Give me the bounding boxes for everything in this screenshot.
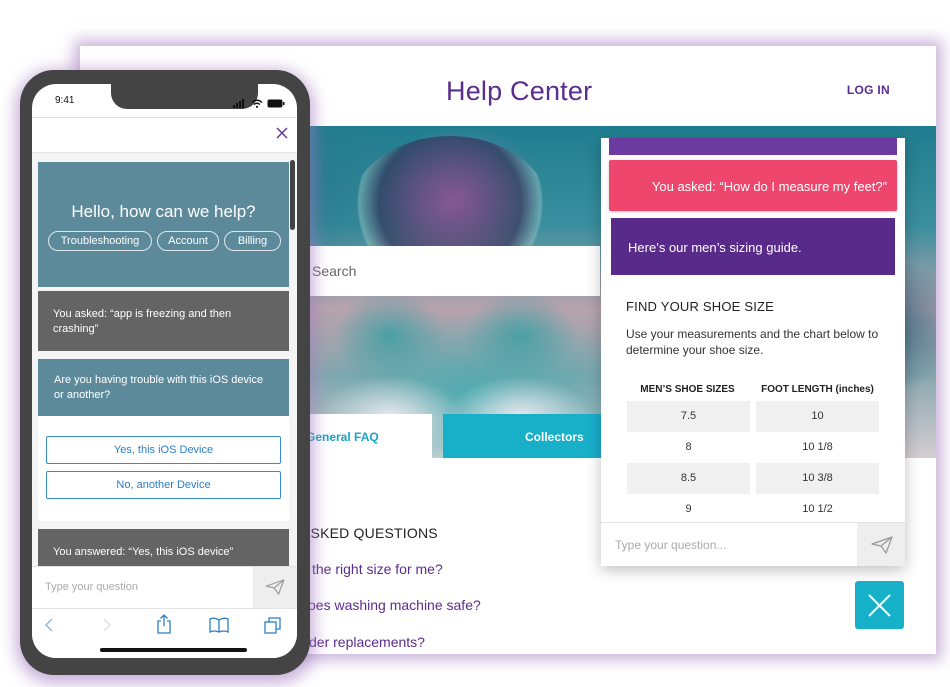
- bot-answer-bubble: Here’s our men’s sizing guide.: [611, 218, 895, 275]
- sizing-guide-heading: FIND YOUR SHOE SIZE: [626, 299, 775, 314]
- close-chat-button[interactable]: [276, 126, 288, 144]
- paper-plane-icon: [871, 536, 893, 554]
- battery-icon: [267, 99, 285, 108]
- user-message: You answered: “Yes, this iOS device”: [38, 529, 289, 569]
- phone-chat-thread[interactable]: Hello, how can we help? Troubleshooting …: [32, 152, 297, 569]
- share-icon[interactable]: [156, 614, 172, 634]
- scrollbar[interactable]: [290, 160, 295, 230]
- tabs-icon[interactable]: [264, 617, 282, 635]
- chat-input-placeholder: Type your question...: [615, 538, 727, 552]
- previous-message-edge: [609, 138, 897, 155]
- phone-screen: 9:41 Hello, how can we help? Troubleshoo…: [32, 84, 297, 658]
- bot-message: Are you having trouble with this iOS dev…: [38, 359, 289, 416]
- forward-icon[interactable]: [102, 617, 112, 633]
- table-cell: 8: [685, 441, 692, 453]
- back-icon[interactable]: [44, 617, 54, 633]
- safari-toolbar: [32, 608, 297, 658]
- paper-plane-icon: [265, 579, 285, 595]
- answer-options: Yes, this iOS Device No, another Device: [38, 416, 289, 521]
- user-message-text: You answered: “Yes, this iOS device”: [53, 546, 234, 558]
- table-cell: 10: [756, 401, 879, 432]
- send-button[interactable]: [253, 567, 297, 609]
- chip-account[interactable]: Account: [157, 231, 219, 251]
- phone-input-placeholder: Type your question: [45, 581, 138, 593]
- phone-question-input[interactable]: Type your question: [32, 566, 297, 609]
- option-another-device[interactable]: No, another Device: [46, 471, 281, 499]
- tab-collectors-label: Collectors: [525, 430, 584, 444]
- search-placeholder: Search: [312, 263, 357, 279]
- welcome-card: Hello, how can we help? Troubleshooting …: [38, 162, 289, 287]
- close-icon: [276, 127, 288, 139]
- close-icon: [868, 594, 891, 617]
- table-cell: 8.5: [627, 463, 750, 494]
- user-message-text: You asked: “app is freezing and then cra…: [53, 308, 232, 335]
- wifi-icon: [251, 99, 263, 109]
- login-link[interactable]: LOG IN: [847, 83, 890, 97]
- faq-link[interactable]: oes washing machine safe?: [308, 597, 481, 613]
- bot-answer-text: Here’s our men’s sizing guide.: [628, 240, 802, 255]
- table-cell: 10 1/2: [802, 503, 833, 515]
- user-question-text: You asked: “How do I measure my feet?”: [651, 179, 887, 194]
- chip-billing[interactable]: Billing: [224, 231, 281, 251]
- page-title: Help Center: [446, 76, 593, 106]
- sizing-guide-card: FIND YOUR SHOE SIZE Use your measurement…: [611, 275, 895, 521]
- table-cell: 7.5: [627, 401, 750, 432]
- chip-troubleshooting[interactable]: Troubleshooting: [48, 231, 152, 251]
- table-header-shoe-size: MEN’S SHOE SIZES: [640, 384, 735, 395]
- tab-general-faq-label: General FAQ: [306, 430, 379, 444]
- table-cell: 10 1/8: [802, 441, 833, 453]
- user-message: You asked: “app is freezing and then cra…: [38, 291, 289, 351]
- status-divider: [32, 117, 297, 118]
- bot-message-text: Are you having trouble with this iOS dev…: [54, 374, 264, 401]
- home-indicator: [100, 648, 247, 652]
- faq-link[interactable]: der replacements?: [309, 634, 425, 650]
- table-cell: 9: [685, 503, 692, 515]
- phone-mockup: 9:41 Hello, how can we help? Troubleshoo…: [20, 70, 310, 675]
- table-cell: 10 3/8: [756, 463, 879, 494]
- user-question-bubble: You asked: “How do I measure my feet?”: [609, 160, 897, 211]
- faq-heading: ASKED QUESTIONS: [301, 525, 438, 541]
- status-time: 9:41: [55, 95, 75, 106]
- bookmarks-icon[interactable]: [209, 617, 229, 633]
- chat-question-input[interactable]: Type your question...: [601, 522, 905, 566]
- send-button[interactable]: [857, 523, 905, 566]
- welcome-title: Hello, how can we help?: [71, 202, 256, 221]
- status-icons: [233, 95, 285, 113]
- faq-link[interactable]: the right size for me?: [312, 561, 443, 577]
- close-chat-button[interactable]: [855, 581, 904, 629]
- option-yes-this-device[interactable]: Yes, this iOS Device: [46, 436, 281, 464]
- sizing-guide-description: Use your measurements and the chart belo…: [626, 327, 879, 357]
- signal-icon: [233, 99, 245, 109]
- desktop-chat-widget: You asked: “How do I measure my feet?” H…: [601, 138, 905, 566]
- table-header-foot-length: FOOT LENGTH (inches): [761, 384, 874, 395]
